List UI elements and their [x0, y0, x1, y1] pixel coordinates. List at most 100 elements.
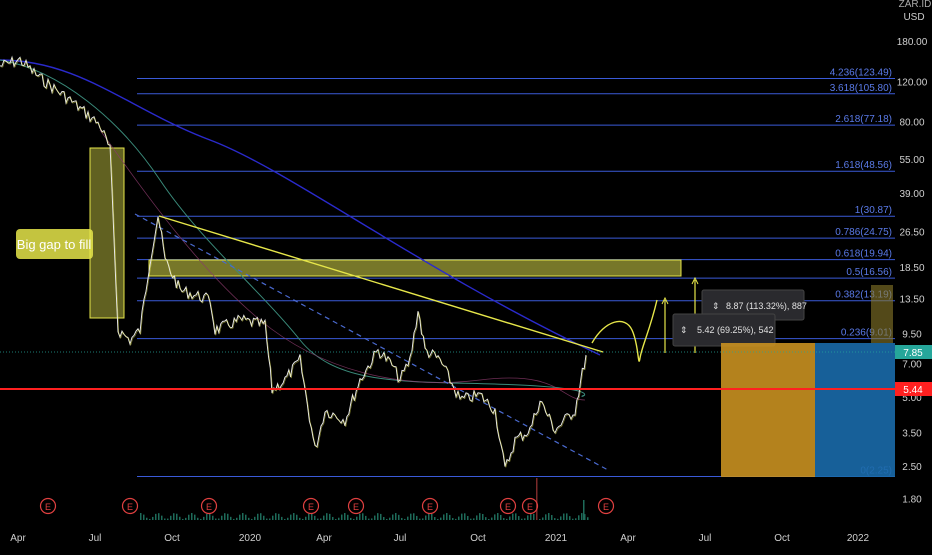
- volume-bar: [425, 515, 427, 520]
- volume-bar: [188, 514, 190, 520]
- volume-bar: [521, 518, 523, 520]
- price-tick-label: 80.00: [899, 118, 924, 129]
- time-tick-label: 2020: [239, 533, 262, 544]
- price-tick-label: 7.00: [902, 360, 922, 371]
- volume-bar: [338, 517, 340, 520]
- earnings-marker[interactable]: E: [302, 497, 320, 515]
- earnings-marker[interactable]: E: [421, 497, 439, 515]
- measure-tooltip-2[interactable]: ⇕ 5.42 (69.25%), 542: [672, 313, 776, 347]
- position-target-zone[interactable]: [815, 343, 895, 477]
- volume-bar: [275, 513, 277, 520]
- downtrend-line[interactable]: [158, 215, 604, 353]
- volume-bar: [227, 513, 229, 520]
- volume-bar: [494, 514, 496, 520]
- volume-bar: [434, 517, 436, 520]
- volume-bar: [233, 518, 235, 520]
- volume-bar: [152, 516, 154, 520]
- time-tick-label: Oct: [470, 533, 486, 544]
- volume-bar: [506, 518, 508, 520]
- volume-bar: [302, 518, 304, 520]
- fib-level-label: 1.618(48.56): [835, 160, 892, 171]
- gap-note-callout[interactable]: Big gap to fill: [16, 229, 93, 259]
- earnings-marker[interactable]: E: [347, 497, 365, 515]
- volume-bar: [191, 513, 193, 520]
- volume-bar: [500, 514, 502, 520]
- currency-top-label: ZAR.ID: [899, 0, 932, 10]
- volume-bar: [437, 518, 439, 520]
- volume-bar: [503, 518, 505, 520]
- gap-highlight-box[interactable]: [89, 147, 125, 319]
- volume-bar: [380, 513, 382, 520]
- volume-bar: [362, 513, 364, 520]
- volume-bar: [290, 514, 292, 520]
- volume-bar: [170, 515, 172, 520]
- volume-bar: [332, 516, 334, 520]
- position-overlay: [871, 285, 893, 343]
- earnings-marker-label: E: [308, 502, 314, 512]
- channel-dashed-line[interactable]: [134, 213, 609, 471]
- earnings-marker[interactable]: E: [597, 497, 615, 515]
- volume-bar: [368, 518, 370, 520]
- earnings-marker-label: E: [353, 502, 359, 512]
- volume-bar: [272, 515, 274, 520]
- volume-bar: [278, 513, 280, 520]
- volume-bar: [140, 513, 142, 520]
- earnings-marker[interactable]: E: [121, 497, 139, 515]
- volume-bar: [551, 515, 553, 520]
- earnings-marker[interactable]: E: [499, 497, 517, 515]
- price-tick-label: 26.50: [899, 227, 924, 238]
- volume-bar: [149, 518, 151, 520]
- volume-bar: [464, 513, 466, 520]
- volume-bar: [341, 514, 343, 520]
- volume-bar: [347, 514, 349, 520]
- volume-bar: [287, 517, 289, 520]
- volume-bar: [365, 515, 367, 520]
- volume-bar: [377, 513, 379, 520]
- volume-bar: [395, 513, 397, 520]
- volume-bar: [353, 518, 355, 520]
- volume-bar: [518, 516, 520, 520]
- volume-bar: [572, 518, 574, 520]
- earnings-marker[interactable]: E: [200, 497, 218, 515]
- time-tick-label: Apr: [10, 533, 26, 544]
- fib-level-label: 0.618(19.94): [835, 249, 892, 260]
- volume-bar: [446, 513, 448, 520]
- earnings-marker[interactable]: E: [39, 497, 57, 515]
- price-tick-label: 1.80: [902, 495, 922, 506]
- volume-bar: [440, 517, 442, 520]
- volume-bar: [194, 514, 196, 520]
- volume-bar: [344, 513, 346, 520]
- volume-bar: [356, 516, 358, 520]
- volume-bar: [470, 518, 472, 520]
- volume-bar: [281, 516, 283, 520]
- position-stop-zone[interactable]: [721, 343, 815, 477]
- volume-bar: [299, 517, 301, 520]
- time-tick-label: Jul: [699, 533, 712, 544]
- price-tick-label: 55.00: [899, 155, 924, 166]
- gap-note-text: Big gap to fill: [17, 237, 92, 252]
- price-tick-label: 39.00: [899, 189, 924, 200]
- volume-bar: [215, 518, 217, 520]
- volume-bar: [545, 514, 547, 520]
- time-tick-label: Apr: [316, 533, 332, 544]
- volume-bar: [164, 518, 166, 520]
- price-chart[interactable]: 4.236(123.49) 3.618(105.80) 2.618(77.18) 1.…: [0, 0, 932, 550]
- earnings-marker[interactable]: E: [521, 497, 539, 515]
- volume-bar: [320, 518, 322, 520]
- earnings-markers[interactable]: EEEEEEEEE: [39, 497, 615, 515]
- price-axis[interactable]: 180.00 120.00 80.00 55.00 39.00 26.50 18.50 13.…: [897, 37, 928, 506]
- volume-bar: [533, 514, 535, 520]
- volume-bar: [329, 513, 331, 520]
- volume-bar: [317, 518, 319, 520]
- earnings-marker-label: E: [206, 502, 212, 512]
- volume-bar: [236, 517, 238, 520]
- volume-bar: [452, 518, 454, 520]
- time-axis[interactable]: Apr Jul Oct 2020 Apr Jul Oct 2021 Apr Jul Oct 2022: [10, 533, 869, 544]
- volume-bar: [335, 518, 337, 520]
- volume-bar: [539, 518, 541, 520]
- volume-bar: [197, 517, 199, 520]
- volume-bar: [230, 516, 232, 520]
- volume-bar: [314, 515, 316, 520]
- volume-bar: [455, 518, 457, 520]
- volume-bar: [476, 515, 478, 520]
